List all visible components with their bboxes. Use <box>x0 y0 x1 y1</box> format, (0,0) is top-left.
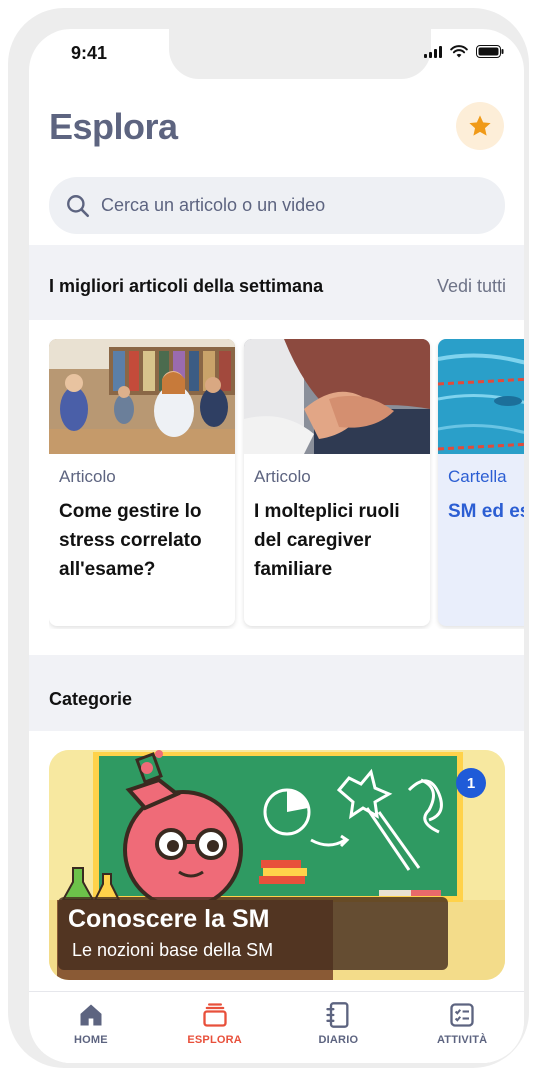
card-title: I molteplici ruoli del caregiver familia… <box>254 501 400 580</box>
tab-explore[interactable]: ESPLORA <box>153 992 277 1063</box>
tab-label: HOME <box>73 1034 108 1046</box>
notification-badge: 1 <box>456 768 486 798</box>
tab-diary[interactable]: DIARIO <box>277 992 401 1063</box>
bottom-tab-bar: HOME ESPLORA DIARIO ATTIVITÀ <box>29 991 524 1063</box>
notch <box>169 29 431 79</box>
students-in-classroom-photo <box>49 339 235 454</box>
star-icon <box>469 115 491 136</box>
status-time: 9:41 <box>71 43 108 63</box>
category-caption: Conoscere la SM Le nozioni base della SM <box>58 897 448 970</box>
activities-icon <box>450 1003 474 1027</box>
diary-icon <box>326 1002 349 1028</box>
categories-header: Categorie <box>29 655 524 731</box>
phone-frame: 9:41 Esplora Cerca un articolo o un vide… <box>8 8 529 1068</box>
card-type: Articolo <box>59 467 116 486</box>
tab-label: ATTIVITÀ <box>436 1034 488 1046</box>
search-placeholder: Cerca un articolo o un video <box>101 195 326 215</box>
screen: 9:41 Esplora Cerca un articolo o un vide… <box>29 29 524 1063</box>
card-type: Cartella <box>448 467 507 486</box>
tab-home[interactable]: HOME <box>29 992 153 1063</box>
card-title: Come gestire lo stress correlato all'esa… <box>59 501 202 580</box>
tab-label: DIARIO <box>318 1034 359 1046</box>
status-icons <box>424 45 504 58</box>
see-all-link[interactable]: Vedi tutti <box>437 276 506 297</box>
category-subtitle: Le nozioni base della SM <box>72 940 274 960</box>
tab-label: ESPLORA <box>187 1034 242 1046</box>
section-title-categories: Categorie <box>49 689 133 709</box>
article-carousel[interactable]: Articolo Come gestire lo stress correlat… <box>49 339 524 629</box>
category-card[interactable]: 1 Conoscere la SM Le nozioni base della … <box>49 750 505 980</box>
search-input[interactable]: Cerca un articolo o un video <box>49 177 505 234</box>
favorites-button[interactable] <box>456 102 504 150</box>
signal-icon <box>424 45 442 58</box>
folder-card[interactable]: Cartella SM ed esercizi <box>438 339 524 626</box>
holding-hands-photo <box>244 339 430 454</box>
explore-icon <box>202 1003 227 1027</box>
swimming-pool-photo <box>438 339 524 454</box>
tab-activities[interactable]: ATTIVITÀ <box>400 992 524 1063</box>
article-card[interactable]: Articolo I molteplici ruoli del caregive… <box>244 339 430 626</box>
page-title: Esplora <box>49 106 178 147</box>
card-type: Articolo <box>254 467 311 486</box>
category-title: Conoscere la SM <box>68 905 270 933</box>
wifi-icon <box>450 45 468 58</box>
search-icon <box>67 194 90 217</box>
home-icon <box>80 1004 102 1026</box>
top-articles-header: I migliori articoli della settimana Vedi… <box>29 245 524 320</box>
section-title-top-articles: I migliori articoli della settimana <box>49 276 324 296</box>
article-card[interactable]: Articolo Come gestire lo stress correlat… <box>49 339 235 626</box>
card-title: SM ed esercizi <box>448 501 524 522</box>
battery-icon <box>476 45 504 58</box>
